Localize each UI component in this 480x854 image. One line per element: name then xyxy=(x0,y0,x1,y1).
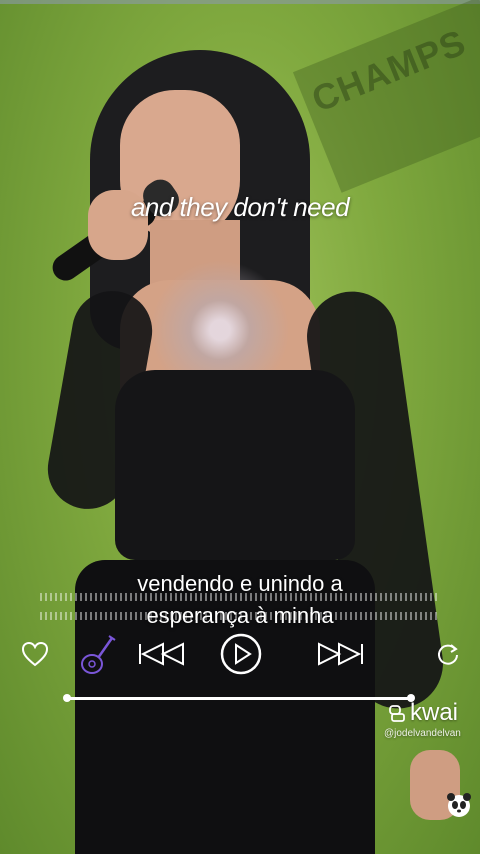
previous-icon xyxy=(139,642,184,666)
guitar-button[interactable] xyxy=(76,628,120,680)
lyric-portuguese: vendendo e unindo a esperança à minha xyxy=(0,568,480,632)
next-icon xyxy=(318,642,363,666)
lyric-english: and they don't need xyxy=(130,192,350,222)
video-frame[interactable]: CHAMPS and they don't need vendendo e un… xyxy=(0,0,480,854)
kwai-logo-icon xyxy=(389,705,405,722)
singer-top xyxy=(115,370,355,560)
like-button[interactable] xyxy=(18,628,52,680)
panda-mascot-icon xyxy=(447,793,471,817)
heart-icon xyxy=(21,641,49,667)
kwai-watermark: kwai xyxy=(388,698,480,728)
repeat-icon xyxy=(438,644,458,665)
previous-button[interactable] xyxy=(135,628,189,680)
top-status-strip xyxy=(0,0,480,4)
repeat-button[interactable] xyxy=(430,628,466,680)
guitar-icon xyxy=(81,635,116,674)
next-button[interactable] xyxy=(313,628,367,680)
progress-bar[interactable] xyxy=(63,694,415,702)
lyric-line-1: vendendo e unindo a xyxy=(137,571,343,596)
kwai-brand-text: kwai xyxy=(410,699,459,726)
play-icon xyxy=(220,633,262,675)
progress-start-knob xyxy=(63,694,71,702)
creator-handle: @jodelvandelvan xyxy=(384,728,461,739)
player-controls xyxy=(0,628,480,684)
play-button[interactable] xyxy=(217,628,265,680)
